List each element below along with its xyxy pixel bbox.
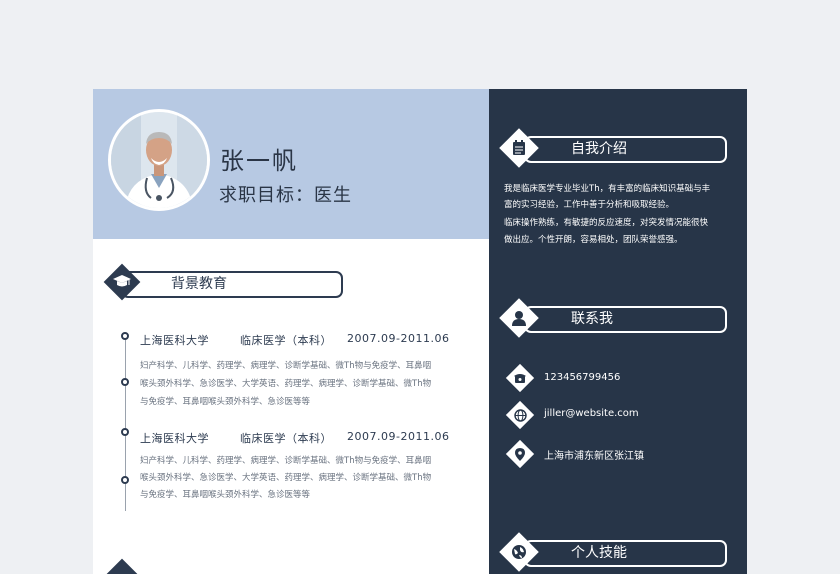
- intro-section-title: 自我介绍: [524, 136, 727, 163]
- notepad-icon: [499, 128, 539, 168]
- skills-globe-icon: [499, 532, 539, 572]
- sidebar: 自我介绍 我是临床医学专业毕业Th，有丰富的临床知识基础与丰 富的实习经验，工作…: [489, 89, 747, 574]
- resume-header: 张一帆 求职目标：医生: [93, 89, 489, 239]
- profile-photo: [108, 109, 210, 211]
- major: 临床医学（本科）: [240, 432, 332, 445]
- phone-number: 123456799456: [544, 372, 621, 383]
- timeline-dot: [121, 378, 129, 386]
- resume-page: 张一帆 求职目标：医生 背景教育 上海医科大学 临床医学（本科） 2007.09…: [93, 89, 747, 574]
- person-icon: [499, 298, 539, 338]
- intro-title-label: 自我介绍: [571, 141, 627, 157]
- contact-title-label: 联系我: [571, 311, 613, 327]
- course-line: 与免疫学、耳鼻咽喉头颈外科学、急诊医等等: [140, 397, 311, 407]
- location-pin-icon: [506, 440, 534, 468]
- contact-section-title: 联系我: [524, 306, 727, 333]
- course-line: 喉头颈外科学、急诊医学、大学英语、药理学、病理学、诊断学基础、微Th物: [140, 473, 432, 483]
- graduation-cap-icon: [104, 264, 140, 300]
- timeline-dot: [121, 476, 129, 484]
- education-title-label: 背景教育: [171, 276, 227, 292]
- course-line: 喉头颈外科学、急诊医学、大学英语、药理学、病理学、诊断学基础、微Th物: [140, 379, 432, 389]
- timeline-dot: [121, 332, 129, 340]
- intro-line: 做出应。个性开朗，容易相处，团队荣誉感强。: [504, 235, 683, 245]
- intro-line: 我是临床医学专业毕业Th，有丰富的临床知识基础与丰: [504, 184, 711, 194]
- course-line: 妇产科学、儿科学、药理学、病理学、诊断学基础、微Th物与免疫学、耳鼻咽: [140, 456, 432, 466]
- school-name: 上海医科大学: [140, 334, 209, 347]
- period: 2007.09-2011.06: [347, 430, 450, 443]
- phone-icon: [506, 364, 534, 392]
- skills-title-label: 个人技能: [571, 545, 627, 561]
- education-timeline: [125, 339, 126, 511]
- email-address: jiller@website.com: [544, 408, 639, 419]
- major: 临床医学（本科）: [240, 334, 332, 347]
- job-goal: 求职目标：医生: [219, 185, 352, 206]
- timeline-dot: [121, 428, 129, 436]
- intro-line: 富的实习经验，工作中善于分析和吸取经验。: [504, 200, 675, 210]
- section-icon-diamond: [103, 558, 141, 574]
- school-name: 上海医科大学: [140, 432, 209, 445]
- course-line: 妇产科学、儿科学、药理学、病理学、诊断学基础、微Th物与免疫学、耳鼻咽: [140, 361, 432, 371]
- address: 上海市浦东新区张江镇: [544, 451, 644, 462]
- globe-icon: [506, 401, 534, 429]
- skills-section-title: 个人技能: [524, 540, 727, 567]
- course-line: 与免疫学、耳鼻咽喉头颈外科学、急诊医等等: [140, 490, 311, 500]
- period: 2007.09-2011.06: [347, 332, 450, 345]
- intro-line: 临床操作熟练，有敏捷的反应速度，对突发情况能很快: [504, 218, 709, 228]
- candidate-name: 张一帆: [220, 147, 298, 175]
- education-section-title: 背景教育: [121, 271, 343, 298]
